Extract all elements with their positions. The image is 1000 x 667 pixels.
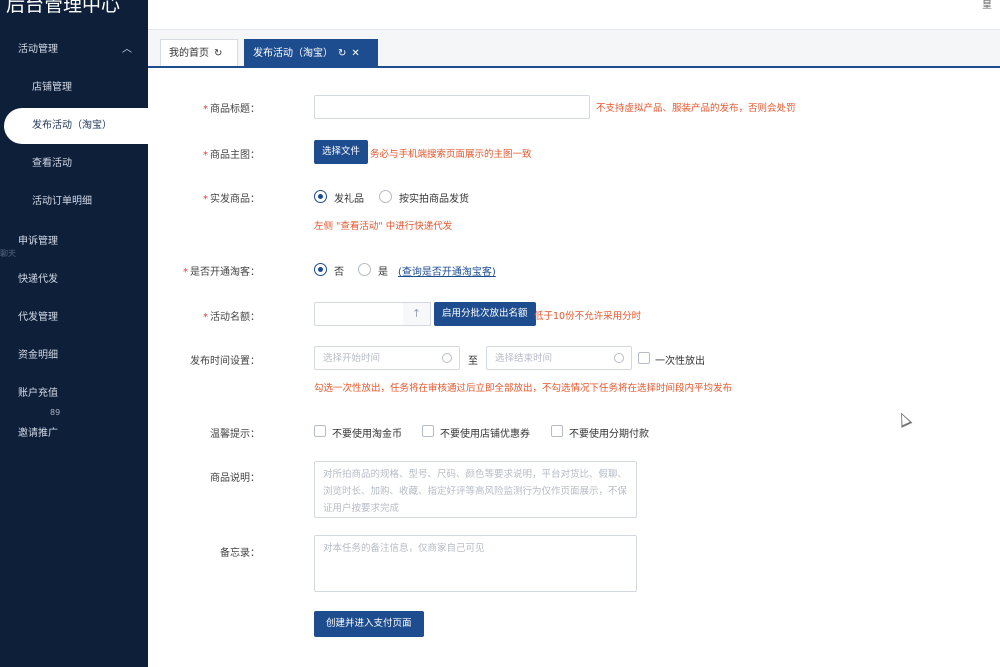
quota-input[interactable] xyxy=(314,302,404,326)
tab-publish-label: 发布活动（淘宝） xyxy=(253,48,333,59)
refresh-icon[interactable]: ↻ xyxy=(338,40,346,67)
sidebar: 后台管理中心 活动管理 ︿ 店铺管理 发布活动（淘宝） 查看活动 活动订单明细 … xyxy=(0,0,148,667)
sidebar-item-shop[interactable]: 店铺管理 xyxy=(0,70,148,106)
desc-label: 商品说明： xyxy=(210,473,260,484)
choose-file-button[interactable]: 选择文件 xyxy=(314,140,369,164)
publish-form: * 商品标题： 不支持虚拟产品、服装产品的发布，否则会处罚 * 商品主图： 选择文件… xyxy=(148,68,1000,667)
sidebar-group-label: 活动管理 xyxy=(18,44,58,55)
time-label: 发布时间设置： xyxy=(190,356,260,367)
end-time-input[interactable] xyxy=(486,346,632,370)
sidebar-item-funds[interactable]: 资金明细 xyxy=(0,338,148,374)
ship-label: * 实发商品： xyxy=(203,194,260,205)
product-title-input[interactable] xyxy=(314,95,590,119)
release-once-label: 一次性放出 xyxy=(655,356,705,367)
chevron-up-icon: ︿ xyxy=(122,44,132,55)
tab-bar: 我的首页 ↻ 发布活动（淘宝） ↻ ✕ xyxy=(148,30,1000,68)
title-hint: 不支持虚拟产品、服装产品的发布，否则会处罚 xyxy=(596,103,796,114)
taoke-label: * 是否开通淘客： xyxy=(183,267,260,278)
clock-icon xyxy=(442,353,452,363)
time-hint: 勾选一次性放出，任务将在审核通过后立即全部放出，不勾选情况下任务将在选择时间段内… xyxy=(314,383,733,394)
time-separator: 至 xyxy=(468,356,478,367)
no-taojinbi-checkbox[interactable] xyxy=(314,425,326,437)
memo-label: 备忘录： xyxy=(220,548,260,559)
top-bar: 皇 xyxy=(148,0,1000,30)
taoke-yes-radio[interactable] xyxy=(358,263,371,276)
no-installment-checkbox[interactable] xyxy=(551,425,563,437)
sidebar-group-activity[interactable]: 活动管理 ︿ xyxy=(0,32,148,68)
no-installment-label: 不要使用分期付款 xyxy=(569,429,649,440)
quota-hint: 低于10份不允许采用分时 xyxy=(534,311,642,322)
image-hint: 务必与手机端搜索页面展示的主图一致 xyxy=(370,149,532,160)
sidebar-item-view-activity[interactable]: 查看活动 xyxy=(0,146,148,182)
tab-home[interactable]: 我的首页 ↻ xyxy=(160,39,238,66)
taoke-no-radio[interactable] xyxy=(314,263,327,276)
image-label: * 商品主图： xyxy=(203,150,260,161)
ship-gift-radio[interactable] xyxy=(314,190,327,203)
title-label: * 商品标题： xyxy=(203,104,260,115)
ship-gift-label: 发礼品 xyxy=(334,194,364,205)
sidebar-item-recharge[interactable]: 账户充值 xyxy=(0,376,148,412)
arrow-up-icon[interactable]: ↑ xyxy=(403,302,431,326)
no-taojinbi-label: 不要使用淘金币 xyxy=(332,429,402,440)
tab-home-label: 我的首页 xyxy=(169,48,209,59)
taoke-yes-label: 是 xyxy=(378,267,388,278)
quota-label: * 活动名额： xyxy=(203,312,260,323)
release-once-checkbox[interactable] xyxy=(638,352,650,364)
sidebar-item-appeal[interactable]: 申诉管理 xyxy=(0,224,148,260)
ship-hint: 左侧 "查看活动" 中进行快递代发 xyxy=(314,221,453,232)
taoke-no-label: 否 xyxy=(334,267,344,278)
memo-textarea[interactable] xyxy=(314,535,637,592)
sidebar-item-invite[interactable]: 邀请推广 xyxy=(0,416,148,452)
refresh-icon[interactable]: ↻ xyxy=(214,40,222,67)
product-desc-textarea[interactable] xyxy=(314,461,637,518)
create-and-pay-button[interactable]: 创建并进入支付页面 xyxy=(314,611,424,637)
sidebar-item-express[interactable]: 快递代发 xyxy=(0,262,148,298)
tab-publish-taobao[interactable]: 发布活动（淘宝） ↻ ✕ xyxy=(244,39,378,66)
clock-icon xyxy=(614,353,624,363)
enable-batch-button[interactable]: 启用分批次放出名额 xyxy=(434,302,536,326)
ship-actual-label: 按实拍商品发货 xyxy=(399,194,469,205)
taoke-query-link[interactable]: (查询是否开通淘宝客) xyxy=(398,263,496,278)
close-icon[interactable]: ✕ xyxy=(351,40,359,67)
no-coupon-checkbox[interactable] xyxy=(422,425,434,437)
start-time-input[interactable] xyxy=(314,346,460,370)
sidebar-item-order-detail[interactable]: 活动订单明细 xyxy=(0,184,148,220)
tips-label: 温馨提示： xyxy=(210,429,260,440)
top-bar-mark: 皇 xyxy=(982,0,992,11)
sidebar-item-publish-taobao[interactable]: 发布活动（淘宝） xyxy=(4,108,148,144)
ship-actual-radio[interactable] xyxy=(379,190,392,203)
sidebar-item-agent[interactable]: 代发管理 xyxy=(0,300,148,336)
no-coupon-label: 不要使用店铺优惠券 xyxy=(440,429,530,440)
app-title: 后台管理中心 xyxy=(6,0,121,16)
